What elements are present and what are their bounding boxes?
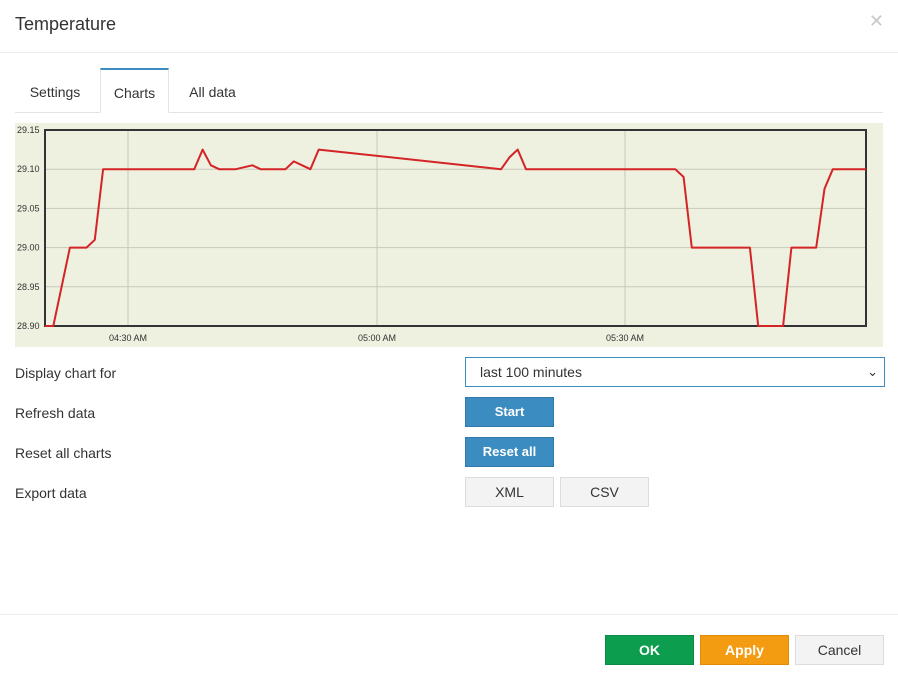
tab-bar: Settings Charts All data xyxy=(15,68,883,113)
chart-svg: 29.15 29.10 29.05 29.00 28.95 28.90 04:30 AM 05… xyxy=(17,125,867,343)
display-chart-label: Display chart for xyxy=(15,365,117,381)
cancel-button[interactable]: Cancel xyxy=(795,635,884,665)
y-tick-label: 28.95 xyxy=(17,282,40,292)
reset-charts-label: Reset all charts xyxy=(15,445,112,461)
y-tick-label: 29.00 xyxy=(17,243,40,253)
x-tick-label: 04:30 AM xyxy=(109,333,147,343)
y-tick-label: 28.90 xyxy=(17,321,40,331)
dialog-title: Temperature xyxy=(15,14,117,34)
start-button[interactable]: Start xyxy=(465,397,554,427)
tab-charts[interactable]: Charts xyxy=(100,68,169,113)
y-tick-label: 29.15 xyxy=(17,125,40,135)
dialog-footer: OK Apply Cancel xyxy=(0,614,898,680)
display-chart-value: last 100 minutes xyxy=(480,364,582,380)
tab-settings[interactable]: Settings xyxy=(15,68,95,112)
display-chart-select[interactable]: last 100 minutes ⌄ xyxy=(465,357,885,387)
tab-all-data[interactable]: All data xyxy=(175,68,250,112)
ok-button[interactable]: OK xyxy=(605,635,694,665)
export-data-label: Export data xyxy=(15,485,87,501)
temperature-chart: 29.15 29.10 29.05 29.00 28.95 28.90 04:30 AM 05… xyxy=(15,123,883,347)
refresh-data-label: Refresh data xyxy=(15,405,96,421)
apply-button[interactable]: Apply xyxy=(700,635,789,665)
export-xml-button[interactable]: XML xyxy=(465,477,554,507)
x-tick-label: 05:00 AM xyxy=(358,333,396,343)
x-tick-label: 05:30 AM xyxy=(606,333,644,343)
y-tick-label: 29.10 xyxy=(17,164,40,174)
plot-area xyxy=(45,130,866,326)
dialog-header: Temperature ✕ xyxy=(0,0,898,53)
chevron-down-icon: ⌄ xyxy=(867,364,878,379)
close-icon[interactable]: ✕ xyxy=(869,12,884,30)
y-tick-label: 29.05 xyxy=(17,203,40,213)
export-csv-button[interactable]: CSV xyxy=(560,477,649,507)
reset-all-button[interactable]: Reset all xyxy=(465,437,554,467)
